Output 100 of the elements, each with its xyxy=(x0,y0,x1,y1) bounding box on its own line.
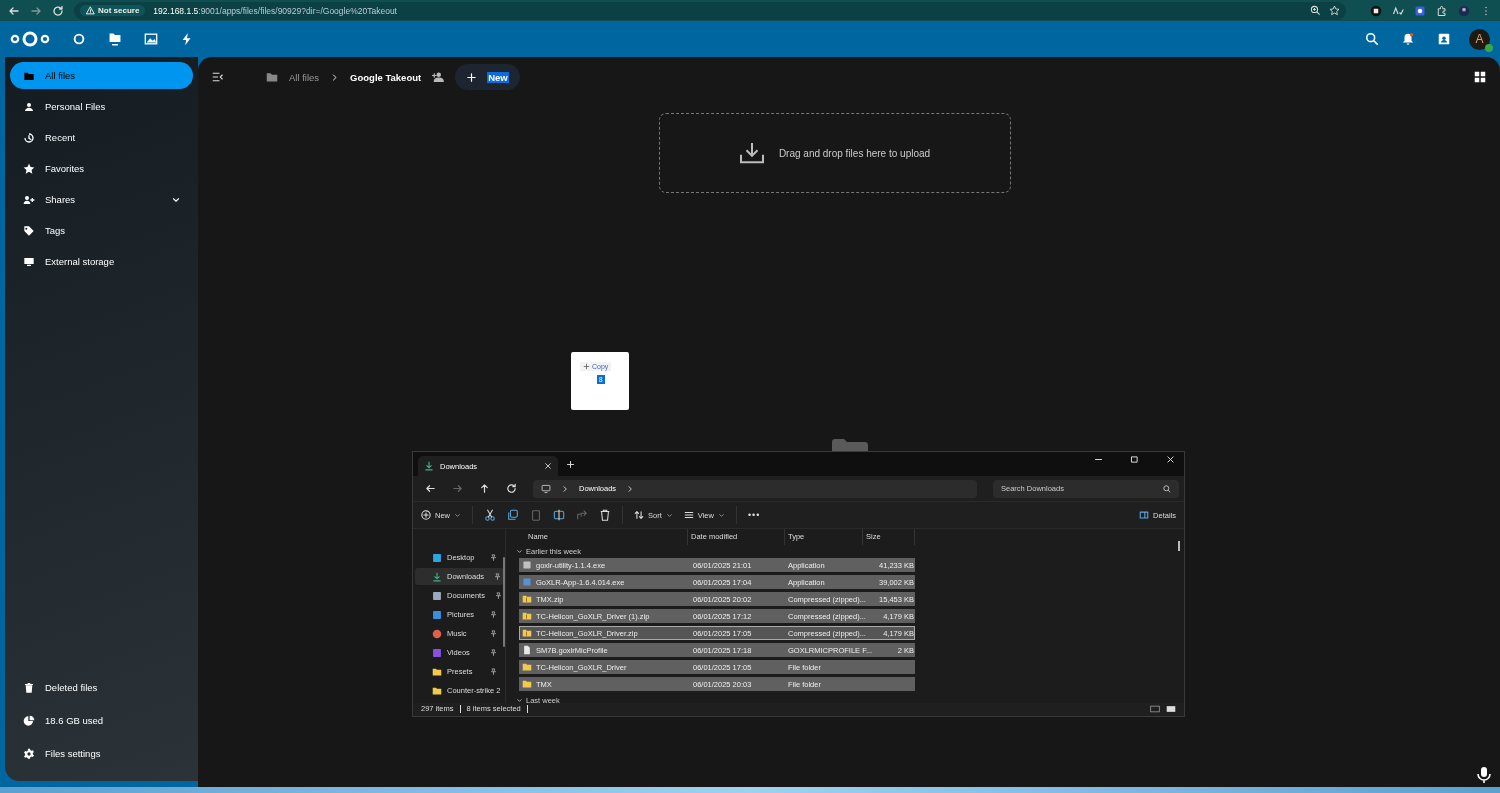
download-icon xyxy=(432,571,442,582)
share-icon[interactable] xyxy=(576,509,588,521)
contacts-icon[interactable] xyxy=(1437,32,1451,46)
files-icon[interactable] xyxy=(108,32,122,46)
dashboard-circle-icon[interactable] xyxy=(72,32,86,46)
folder-icon xyxy=(522,611,532,621)
caret-icon xyxy=(454,511,461,519)
extension-icon[interactable] xyxy=(1370,4,1382,17)
photos-icon[interactable] xyxy=(144,32,158,46)
person-icon xyxy=(23,100,35,113)
monitor-icon xyxy=(541,483,551,494)
tiles-view-icon[interactable] xyxy=(1166,703,1176,714)
desktop-icon xyxy=(432,552,442,563)
trash-icon xyxy=(23,681,35,694)
paste-icon[interactable] xyxy=(530,509,542,521)
share-person-icon[interactable] xyxy=(432,71,445,83)
breadcrumb-link[interactable]: All files xyxy=(289,71,320,83)
tag-icon xyxy=(23,224,35,237)
online-status-dot xyxy=(1485,43,1493,52)
music-icon xyxy=(432,628,442,639)
history-icon xyxy=(23,131,35,144)
back-icon[interactable] xyxy=(425,483,436,494)
folder-icon xyxy=(432,666,442,677)
warning-icon xyxy=(86,6,95,15)
url-text: 192.168.1.5:9001/apps/files/files/90929?dir=/Google%20Takeout xyxy=(153,5,397,16)
address-bar[interactable]: Not secure 192.168.1.5:9001/apps/files/files/90929?dir=/Google%20Takeout xyxy=(74,1,1346,20)
chevron-right-icon xyxy=(330,72,340,82)
plus-icon xyxy=(583,363,590,370)
notification-bell-icon[interactable] xyxy=(1401,32,1415,46)
folder-icon xyxy=(522,594,532,604)
security-chip: Not secure xyxy=(80,5,146,16)
pin-icon xyxy=(490,554,497,561)
sidebar-item[interactable]: Files settings xyxy=(10,740,193,767)
star-icon xyxy=(23,162,35,175)
close-tab-icon[interactable] xyxy=(544,462,552,470)
cut-icon[interactable] xyxy=(484,509,496,521)
upload-drop-zone[interactable]: Drag and drop files here to upload xyxy=(658,113,1011,193)
details-pane-icon xyxy=(1139,510,1150,520)
pin-icon xyxy=(494,592,502,599)
toggle-navigation-icon[interactable] xyxy=(212,71,224,83)
maximize-icon[interactable] xyxy=(1130,455,1139,464)
zoom-icon[interactable] xyxy=(1310,5,1321,16)
sidebar-item[interactable]: 18.6 GB used xyxy=(10,707,193,734)
caret-icon xyxy=(665,511,673,519)
list-lines-icon xyxy=(683,510,694,520)
pin-icon xyxy=(490,630,497,637)
sidebar-item[interactable]: Deleted files xyxy=(10,674,193,701)
folder-icon xyxy=(522,628,532,638)
sidebar-item[interactable]: External storage xyxy=(10,248,193,275)
extension-icon[interactable] xyxy=(1414,4,1426,17)
folder-icon xyxy=(832,439,868,451)
pin-icon xyxy=(490,611,497,618)
grid-view-icon[interactable] xyxy=(1474,71,1486,83)
microphone-icon[interactable] xyxy=(1474,765,1494,785)
puzzle-icon[interactable] xyxy=(1436,4,1448,17)
profile-icon[interactable] xyxy=(1458,4,1470,17)
download-tray-icon xyxy=(738,142,765,164)
sidebar-item[interactable]: Favorites xyxy=(10,155,193,182)
cloud-logo-icon[interactable] xyxy=(10,30,50,48)
delete-icon[interactable] xyxy=(599,509,611,521)
user-avatar[interactable]: A xyxy=(1469,28,1490,50)
chevron-down-icon xyxy=(516,697,523,703)
refresh-icon[interactable] xyxy=(506,483,517,494)
document-icon xyxy=(432,590,442,601)
sidebar-item[interactable]: Personal Files xyxy=(10,93,193,120)
picture-icon xyxy=(432,609,442,620)
chevron-right-icon xyxy=(561,484,569,493)
pie-chart-icon xyxy=(23,714,35,727)
sidebar-item[interactable]: Shares xyxy=(10,186,193,213)
new-button[interactable]: New xyxy=(455,64,520,90)
bookmark-star-icon[interactable] xyxy=(1329,5,1340,16)
rename-icon[interactable] xyxy=(553,509,565,521)
reload-icon[interactable] xyxy=(52,4,64,17)
download-icon xyxy=(424,461,434,471)
close-icon[interactable] xyxy=(1166,455,1175,464)
more-options-button[interactable]: ••• xyxy=(747,510,761,520)
video-icon xyxy=(432,647,442,658)
search-icon xyxy=(1162,483,1172,494)
share-person-icon xyxy=(23,193,35,206)
new-tab-icon[interactable] xyxy=(566,459,575,469)
sidebar-item[interactable]: Recent xyxy=(10,124,193,151)
pin-icon xyxy=(490,668,497,675)
plus-icon xyxy=(466,71,478,83)
folder-icon xyxy=(266,71,278,83)
extension-icon[interactable] xyxy=(1392,4,1404,17)
search-icon[interactable] xyxy=(1365,32,1379,46)
copy-icon[interactable] xyxy=(507,509,519,521)
pin-icon xyxy=(494,573,502,580)
caret-icon xyxy=(717,511,725,519)
sidebar-item[interactable]: Tags xyxy=(10,217,193,244)
settings-icon xyxy=(23,747,35,760)
chevron-right-icon xyxy=(626,484,635,493)
up-icon[interactable] xyxy=(479,483,490,494)
pin-icon xyxy=(490,649,497,656)
chevron-down-icon xyxy=(516,548,523,555)
sidebar-item[interactable]: All files xyxy=(10,62,193,89)
details-view-icon[interactable] xyxy=(1150,703,1160,714)
breadcrumb-current[interactable]: Google Takeout xyxy=(350,71,422,83)
forward-icon[interactable] xyxy=(452,483,463,494)
drop-hint: Drag and drop files here to upload xyxy=(778,147,931,159)
